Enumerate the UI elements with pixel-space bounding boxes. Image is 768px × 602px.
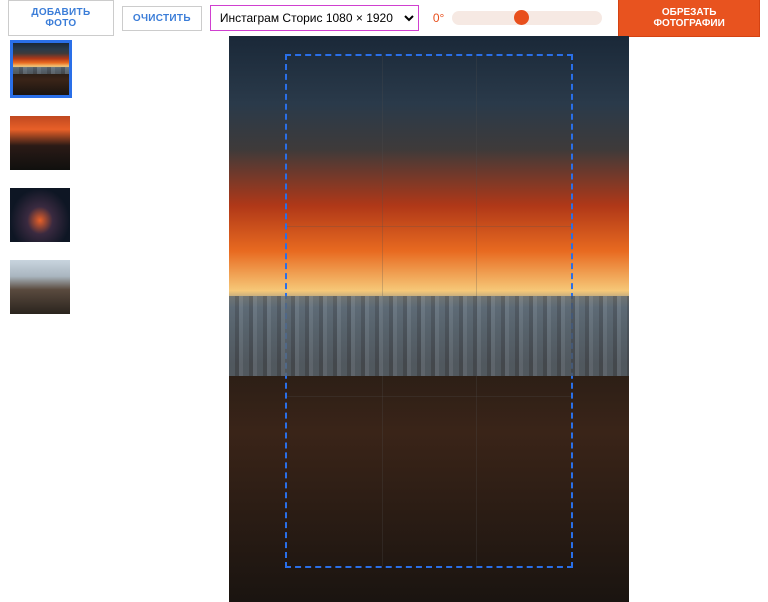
crop-grid-line: [382, 56, 383, 566]
canvas-area: [90, 36, 768, 602]
thumbnail-item[interactable]: [10, 40, 72, 98]
crop-button[interactable]: ОБРЕЗАТЬ ФОТОГРАФИИ: [618, 0, 760, 37]
rotation-label: 0°: [433, 11, 444, 25]
thumbnail-item[interactable]: [10, 260, 70, 314]
rotation-slider-thumb[interactable]: [514, 10, 529, 25]
workspace: [0, 36, 768, 602]
add-photo-button[interactable]: ДОБАВИТЬ ФОТО: [8, 0, 114, 36]
thumbnail-list: [0, 36, 90, 602]
preset-select-wrap: Инстаграм Сторис 1080 × 1920: [210, 5, 419, 31]
crop-grid-line: [476, 56, 477, 566]
thumbnail-item[interactable]: [10, 188, 70, 242]
clear-button[interactable]: ОЧИСТИТЬ: [122, 6, 202, 31]
preset-select[interactable]: Инстаграм Сторис 1080 × 1920: [212, 7, 417, 29]
crop-grid-line: [287, 226, 571, 227]
toolbar: ДОБАВИТЬ ФОТО ОЧИСТИТЬ Инстаграм Сторис …: [0, 0, 768, 36]
photo-stage[interactable]: [229, 36, 629, 602]
rotation-slider[interactable]: [452, 11, 602, 25]
crop-grid-line: [287, 396, 571, 397]
crop-selection[interactable]: [285, 54, 573, 568]
thumbnail-item[interactable]: [10, 116, 70, 170]
